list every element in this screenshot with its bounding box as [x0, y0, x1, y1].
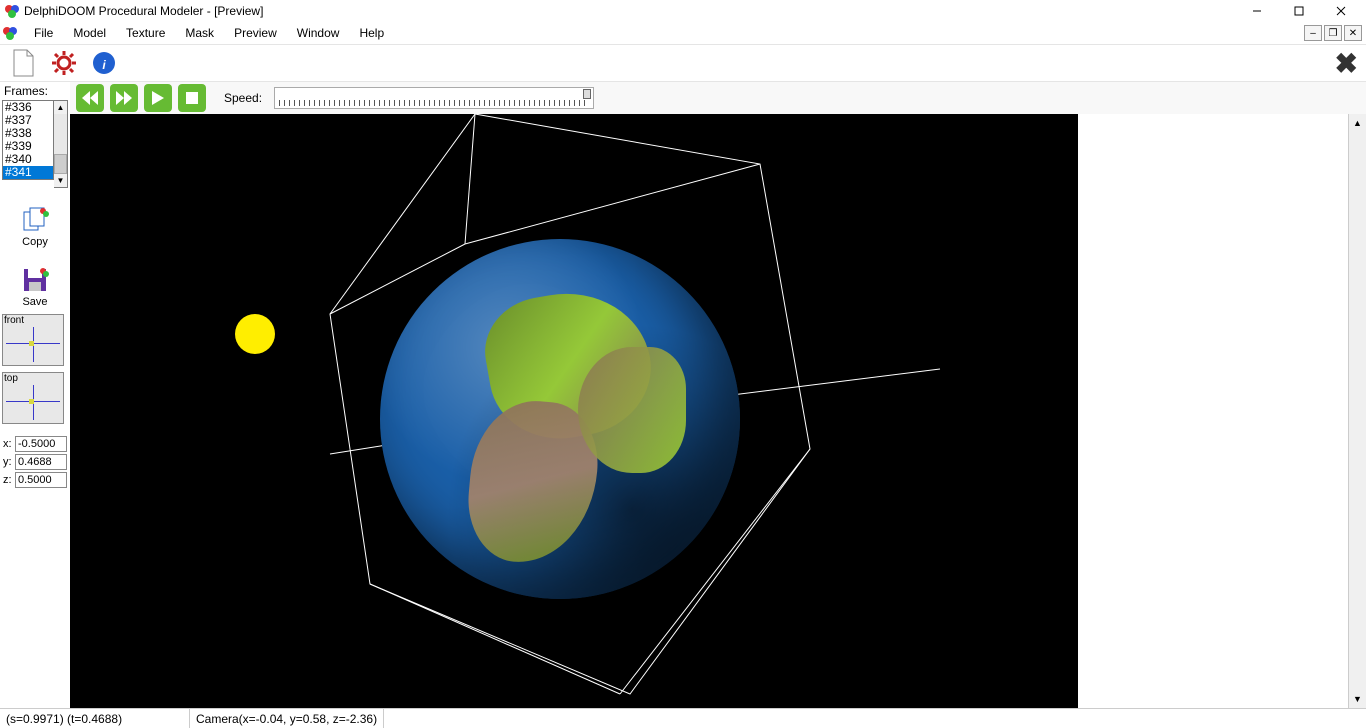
- settings-button[interactable]: [48, 47, 80, 79]
- speed-label: Speed:: [224, 91, 262, 105]
- app-icon: [4, 3, 20, 19]
- stop-button[interactable]: [178, 84, 206, 112]
- titlebar: DelphiDOOM Procedural Modeler - [Preview…: [0, 0, 1366, 22]
- menu-preview[interactable]: Preview: [224, 24, 287, 42]
- frames-list[interactable]: #336#337#338#339#340#341: [2, 100, 54, 180]
- mdi-restore-button[interactable]: ❐: [1324, 25, 1342, 41]
- menu-texture[interactable]: Texture: [116, 24, 175, 42]
- app-icon: [2, 25, 18, 41]
- vertical-scrollbar[interactable]: ▲ ▼: [1348, 114, 1366, 708]
- copy-label: Copy: [22, 236, 48, 248]
- top-view-label: top: [4, 373, 18, 384]
- frames-list-item[interactable]: #341: [3, 166, 53, 179]
- front-view-box[interactable]: front: [2, 314, 64, 366]
- mdi-close-button[interactable]: ✕: [1344, 25, 1362, 41]
- close-preview-button[interactable]: ✖: [1335, 47, 1358, 80]
- z-input[interactable]: [15, 472, 67, 488]
- scroll-up-icon[interactable]: ▲: [1349, 114, 1366, 132]
- menubar: File Model Texture Mask Preview Window H…: [0, 22, 1366, 44]
- scroll-down-icon[interactable]: ▼: [54, 174, 67, 187]
- x-label: x:: [3, 438, 13, 450]
- window-maximize-button[interactable]: [1278, 1, 1320, 21]
- x-input[interactable]: [15, 436, 67, 452]
- menu-mask[interactable]: Mask: [175, 24, 224, 42]
- menu-window[interactable]: Window: [287, 24, 350, 42]
- top-view-box[interactable]: top: [2, 372, 64, 424]
- z-label: z:: [3, 474, 13, 486]
- speed-slider[interactable]: [274, 87, 594, 109]
- front-view-label: front: [4, 315, 24, 326]
- globe-model: [380, 239, 740, 599]
- save-label: Save: [22, 296, 47, 308]
- y-label: y:: [3, 456, 13, 468]
- y-input[interactable]: [15, 454, 67, 470]
- 3d-viewport[interactable]: [70, 114, 1078, 708]
- menu-file[interactable]: File: [24, 24, 63, 42]
- info-button[interactable]: i: [88, 47, 120, 79]
- statusbar: (s=0.9971) (t=0.4688) Camera(x=-0.04, y=…: [0, 708, 1366, 728]
- window-minimize-button[interactable]: [1236, 1, 1278, 21]
- save-button[interactable]: Save: [0, 266, 70, 308]
- main-view: Speed:: [70, 82, 1366, 708]
- copy-button[interactable]: Copy: [0, 206, 70, 248]
- frames-label: Frames:: [0, 82, 70, 100]
- window-close-button[interactable]: [1320, 1, 1362, 21]
- status-coords: (s=0.9971) (t=0.4688): [0, 709, 190, 728]
- menu-help[interactable]: Help: [349, 24, 394, 42]
- coordinates-panel: x: y: z:: [3, 436, 67, 490]
- status-camera: Camera(x=-0.04, y=0.58, z=-2.36): [190, 709, 384, 728]
- scroll-up-icon[interactable]: ▲: [54, 101, 67, 114]
- right-panel: [1078, 114, 1348, 708]
- left-panel: Frames: #336#337#338#339#340#341 ▲ ▼ Cop…: [0, 82, 70, 708]
- frames-scrollbar[interactable]: ▲ ▼: [54, 100, 68, 188]
- mdi-minimize-button[interactable]: ‒: [1304, 25, 1322, 41]
- menu-model[interactable]: Model: [63, 24, 116, 42]
- new-document-button[interactable]: [8, 47, 40, 79]
- toolbar: i ✖: [0, 44, 1366, 82]
- fast-forward-button[interactable]: [110, 84, 138, 112]
- play-button[interactable]: [144, 84, 172, 112]
- scroll-down-icon[interactable]: ▼: [1349, 690, 1366, 708]
- window-title: DelphiDOOM Procedural Modeler - [Preview…: [24, 4, 263, 18]
- rewind-button[interactable]: [76, 84, 104, 112]
- play-toolbar: Speed:: [70, 82, 1366, 114]
- light-marker: [235, 314, 275, 354]
